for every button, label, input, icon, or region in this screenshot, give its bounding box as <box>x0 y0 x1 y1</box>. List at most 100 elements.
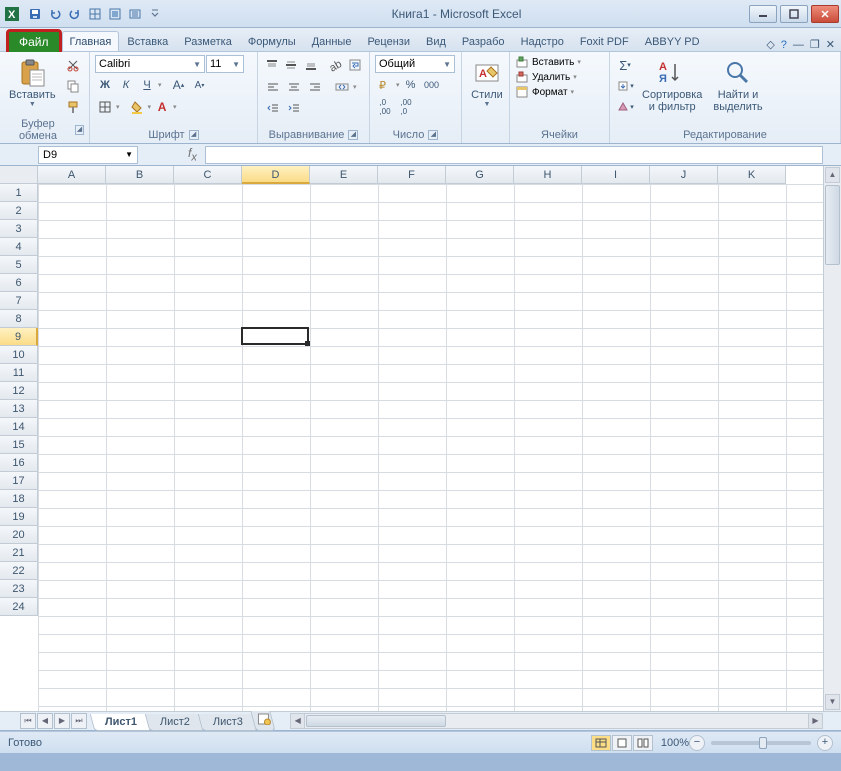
underline-button[interactable]: Ч <box>137 75 157 95</box>
minimize-button[interactable] <box>749 5 777 23</box>
font-name-combo[interactable]: Calibri▼ <box>95 55 205 73</box>
sort-filter-button[interactable]: АЯ Сортировка и фильтр <box>638 55 706 128</box>
zoom-slider[interactable] <box>711 741 811 745</box>
tab-7[interactable]: Разрабо <box>454 31 513 51</box>
ribbon-minimize-icon[interactable]: ◇ <box>766 38 774 51</box>
italic-button[interactable]: К <box>116 75 136 95</box>
borders-button[interactable] <box>95 97 115 117</box>
clipboard-dialog-launcher[interactable]: ◢ <box>75 125 84 135</box>
maximize-button[interactable] <box>780 5 808 23</box>
tab-5[interactable]: Рецензи <box>359 31 418 51</box>
row-header-24[interactable]: 24 <box>0 598 38 616</box>
row-header-16[interactable]: 16 <box>0 454 38 472</box>
row-header-12[interactable]: 12 <box>0 382 38 400</box>
doc-close-icon[interactable]: ✕ <box>826 38 835 51</box>
align-center-button[interactable] <box>284 77 304 97</box>
row-header-13[interactable]: 13 <box>0 400 38 418</box>
format-painter-button[interactable] <box>63 97 83 117</box>
new-sheet-button[interactable] <box>250 711 275 731</box>
row-header-3[interactable]: 3 <box>0 220 38 238</box>
paste-button[interactable]: Вставить ▼ <box>5 55 60 117</box>
formula-input[interactable] <box>205 146 823 164</box>
decrease-indent-button[interactable] <box>263 99 283 119</box>
alignment-dialog-launcher[interactable]: ◢ <box>348 130 358 140</box>
sheet-nav-prev[interactable]: ◀ <box>37 713 53 729</box>
col-header-G[interactable]: G <box>446 166 514 184</box>
row-header-10[interactable]: 10 <box>0 346 38 364</box>
horizontal-scrollbar[interactable]: ◀ ▶ <box>290 713 823 729</box>
row-header-18[interactable]: 18 <box>0 490 38 508</box>
view-page-break-button[interactable] <box>633 735 653 751</box>
row-header-17[interactable]: 17 <box>0 472 38 490</box>
zoom-in-button[interactable]: + <box>817 735 833 751</box>
tab-10[interactable]: ABBYY PD <box>637 31 708 51</box>
clear-button[interactable]: ▾ <box>615 97 635 117</box>
tab-8[interactable]: Надстро <box>513 31 572 51</box>
row-header-6[interactable]: 6 <box>0 274 38 292</box>
sheet-tab-1[interactable]: Лист2 <box>145 714 206 731</box>
align-left-button[interactable] <box>263 77 283 97</box>
increase-font-button[interactable]: A▴ <box>169 75 189 95</box>
row-header-21[interactable]: 21 <box>0 544 38 562</box>
col-header-C[interactable]: C <box>174 166 242 184</box>
row-header-5[interactable]: 5 <box>0 256 38 274</box>
sheet-nav-first[interactable]: ⏮ <box>20 713 36 729</box>
doc-restore-icon[interactable]: ❐ <box>810 38 820 51</box>
decrease-font-button[interactable]: A▾ <box>190 75 210 95</box>
orientation-button[interactable]: ab <box>327 55 345 75</box>
cells-area[interactable] <box>38 184 823 711</box>
help-icon[interactable]: ? <box>781 39 787 51</box>
tab-4[interactable]: Данные <box>304 31 360 51</box>
qat-btn-6[interactable] <box>126 5 144 23</box>
sheet-tab-2[interactable]: Лист3 <box>198 714 259 731</box>
scroll-down-button[interactable]: ▼ <box>825 694 840 710</box>
increase-decimal-button[interactable]: ,0,00 <box>375 97 395 117</box>
view-page-layout-button[interactable] <box>612 735 632 751</box>
qat-btn-4[interactable] <box>86 5 104 23</box>
number-dialog-launcher[interactable]: ◢ <box>428 130 438 140</box>
col-header-H[interactable]: H <box>514 166 582 184</box>
vertical-scrollbar[interactable]: ▲ ▼ <box>823 166 841 711</box>
tab-0[interactable]: Главная <box>62 31 120 51</box>
row-header-14[interactable]: 14 <box>0 418 38 436</box>
view-normal-button[interactable] <box>591 735 611 751</box>
tab-6[interactable]: Вид <box>418 31 454 51</box>
row-header-1[interactable]: 1 <box>0 184 38 202</box>
cells-insert-button[interactable]: Вставить▾ <box>515 55 604 69</box>
comma-button[interactable]: 000 <box>422 75 442 95</box>
merge-button[interactable] <box>332 77 352 97</box>
percent-button[interactable]: % <box>401 75 421 95</box>
scroll-up-button[interactable]: ▲ <box>825 167 840 183</box>
fill-button[interactable]: ▾ <box>615 76 635 96</box>
font-size-combo[interactable]: 11▼ <box>206 55 244 73</box>
zoom-out-button[interactable]: − <box>689 735 705 751</box>
align-right-button[interactable] <box>305 77 325 97</box>
vscroll-thumb[interactable] <box>825 185 840 265</box>
sheet-nav-last[interactable]: ⏭ <box>71 713 87 729</box>
col-header-K[interactable]: K <box>718 166 786 184</box>
hscroll-thumb[interactable] <box>306 715 446 727</box>
tab-file[interactable]: Файл <box>6 29 62 52</box>
undo-button[interactable] <box>46 5 64 23</box>
name-box[interactable]: D9▼ <box>38 146 138 164</box>
font-dialog-launcher[interactable]: ◢ <box>189 130 199 140</box>
col-header-J[interactable]: J <box>650 166 718 184</box>
scroll-left-button[interactable]: ◀ <box>291 714 305 728</box>
autosum-button[interactable]: Σ▾ <box>615 55 635 75</box>
bold-button[interactable]: Ж <box>95 75 115 95</box>
row-header-19[interactable]: 19 <box>0 508 38 526</box>
tab-1[interactable]: Вставка <box>119 31 176 51</box>
row-header-15[interactable]: 15 <box>0 436 38 454</box>
align-top-button[interactable] <box>263 55 281 75</box>
number-format-combo[interactable]: Общий▼ <box>375 55 455 73</box>
row-header-2[interactable]: 2 <box>0 202 38 220</box>
tab-3[interactable]: Формулы <box>240 31 304 51</box>
row-header-4[interactable]: 4 <box>0 238 38 256</box>
styles-button[interactable]: A Стили ▼ <box>467 55 507 140</box>
col-header-F[interactable]: F <box>378 166 446 184</box>
cut-button[interactable] <box>63 55 83 75</box>
qat-btn-5[interactable] <box>106 5 124 23</box>
col-header-E[interactable]: E <box>310 166 378 184</box>
wrap-text-button[interactable] <box>346 55 364 75</box>
col-header-A[interactable]: A <box>38 166 106 184</box>
